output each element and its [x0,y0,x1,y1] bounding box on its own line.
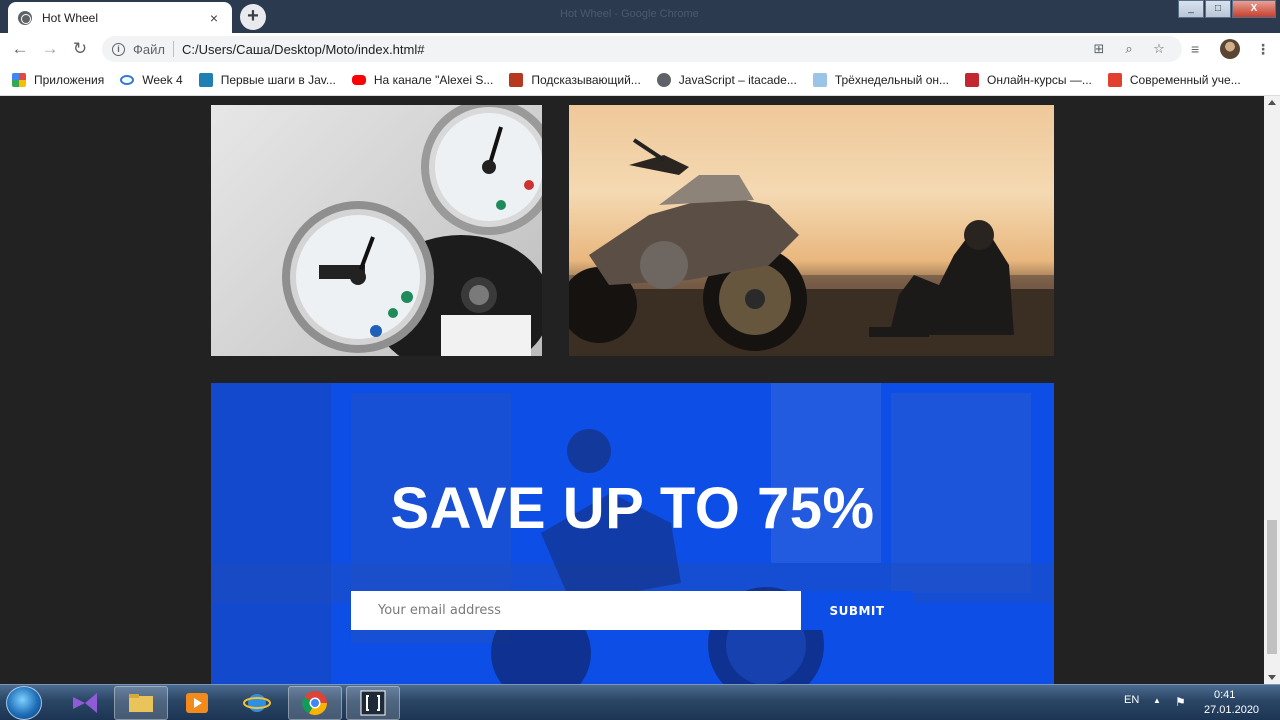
scroll-up-icon[interactable] [1268,100,1276,105]
brackets-icon [360,690,386,716]
chrome-icon [302,691,327,716]
bookmark-first-steps[interactable]: Первые шаги в Jav... [198,73,336,87]
window-title: Hot Wheel - Google Chrome [560,8,699,20]
windows-taskbar: EN ▲ ⚑ 0:41 27.01.2020 [0,684,1280,720]
youtube-icon [351,75,366,85]
brand-icon [812,73,827,87]
bookmark-label: Приложения [34,73,105,87]
bookmark-label: Week 4 [142,73,183,87]
close-window-button[interactable]: X [1232,0,1276,18]
bookmarks-bar: Приложения Week 4 Первые шаги в Jav... Н… [0,65,1280,96]
forward-button[interactable]: → [39,39,61,59]
bookmark-label: Онлайн-курсы —... [987,73,1092,87]
avatar[interactable] [1220,39,1240,59]
address-separator [172,41,174,57]
bookmark-label: Первые шаги в Jav... [220,73,336,87]
start-button[interactable] [6,686,42,720]
bookmark-label: Современный уче... [1129,73,1241,87]
promo-section: SAVE UP TO 75% SUBMIT [211,383,1054,684]
speedometer-image [211,105,542,356]
scheme-label: Файл [133,41,165,57]
internet-explorer-icon [243,694,271,712]
apps-icon [12,73,26,87]
language-indicator[interactable]: EN [1124,694,1139,706]
browser-toolbar: ← → ↻ i Файл C:/Users/Саша/Desktop/Moto/… [0,33,1280,65]
taskbar-chrome[interactable] [288,686,342,720]
window-titlebar: Hot Wheel × + Hot Wheel - Google Chrome … [0,0,1280,33]
maximize-button[interactable]: □ [1205,0,1231,18]
taskbar-explorer[interactable] [114,686,168,720]
folder-icon [129,694,153,712]
email-input[interactable] [351,591,801,630]
motorcycle-illustration [569,138,1054,356]
star-icon[interactable]: ☆ [1152,41,1166,57]
translate-icon[interactable]: ⊞ [1092,41,1106,57]
bookmark-label: JavaScript – itacade... [678,73,797,87]
bookmark-icon [198,73,213,87]
bookmark-hint[interactable]: Подсказывающий... [509,73,641,87]
motorcycle-sunset-image [569,105,1054,356]
bookmark-youtube[interactable]: На канале "Alexei S... [351,73,494,87]
show-hidden-icons-icon[interactable]: ▲ [1153,696,1161,705]
bookmark-modern[interactable]: Современный уче... [1107,73,1241,87]
clock-date[interactable]: 27.01.2020 [1204,704,1259,716]
scroll-down-icon[interactable] [1268,675,1276,680]
zoom-icon[interactable]: ⌕ [1122,41,1136,57]
page-viewport: SAVE UP TO 75% SUBMIT [0,96,1264,684]
bookmark-week4[interactable]: Week 4 [120,73,183,87]
taskbar-brackets[interactable] [346,686,400,720]
promo-heading: SAVE UP TO 75% [390,476,875,541]
reload-button[interactable]: ↻ [69,39,91,59]
tab-hot-wheel[interactable]: Hot Wheel × [8,2,232,33]
close-tab-button[interactable]: × [206,10,222,26]
tab-title: Hot Wheel [42,10,99,25]
infinity-icon [120,75,135,85]
url-text[interactable]: C:/Users/Саша/Desktop/Moto/index.html# [182,42,1092,57]
bookmark-label: На канале "Alexei S... [373,73,494,87]
bookmark-label: Подсказывающий... [531,73,641,87]
taskbar-internet-explorer[interactable] [230,686,284,720]
bookmark-label: Трёхнедельный он... [834,73,950,87]
info-icon[interactable]: i [112,42,125,56]
speedometer-illustration [282,105,542,356]
visual-studio-icon [73,693,97,713]
submit-button[interactable]: SUBMIT [801,591,913,630]
bookmark-apps[interactable]: Приложения [12,73,104,87]
action-center-flag-icon[interactable]: ⚑ [1175,695,1186,709]
brand-icon [965,73,980,87]
minimize-button[interactable]: _ [1178,0,1204,18]
page-scrollbar[interactable] [1264,96,1280,684]
bookmark-online-courses[interactable]: Онлайн-курсы —... [965,73,1092,87]
taskbar-media-player[interactable] [170,686,224,720]
bookmark-three-week[interactable]: Трёхнедельный он... [812,73,950,87]
brand-icon [1107,73,1122,87]
taskbar-visual-studio[interactable] [58,686,112,720]
scrollbar-thumb[interactable] [1267,520,1277,654]
menu-icon[interactable]: ⋮ [1256,41,1270,58]
new-tab-button[interactable]: + [240,4,266,30]
back-button[interactable]: ← [9,39,31,59]
media-icon[interactable]: ≡ [1191,41,1199,57]
clock-time[interactable]: 0:41 [1214,689,1235,701]
media-player-icon [186,693,208,713]
bookmark-itacademy[interactable]: JavaScript – itacade... [656,73,797,87]
grid-icon [509,73,524,87]
globe-icon [18,10,32,25]
address-bar[interactable]: i Файл C:/Users/Саша/Desktop/Moto/index.… [102,36,1182,62]
window-controls: _ □ X [1177,0,1276,18]
globe-icon [656,73,671,87]
